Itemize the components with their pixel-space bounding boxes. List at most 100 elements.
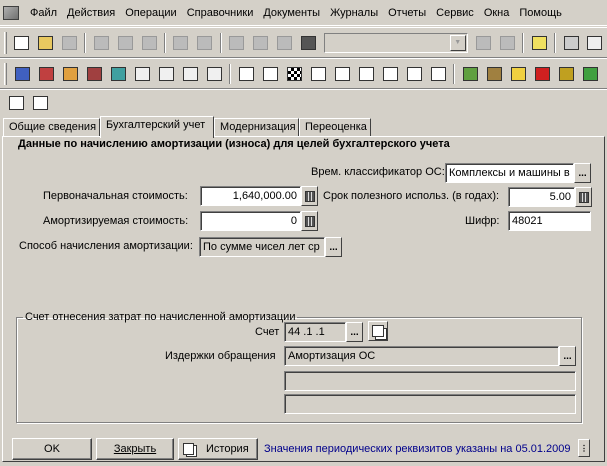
stop-icon[interactable] bbox=[532, 64, 552, 84]
initial-cost-calculator-button[interactable] bbox=[301, 186, 318, 206]
periodic-values-note: Значения периодических реквизитов указан… bbox=[264, 443, 571, 455]
paste-icon[interactable] bbox=[139, 33, 159, 53]
monitor-icon[interactable] bbox=[556, 64, 576, 84]
report-8-icon[interactable] bbox=[428, 64, 448, 84]
depreciable-cost-label: Амортизируемая стоимость: bbox=[43, 215, 189, 227]
toolbar-separator bbox=[229, 63, 231, 84]
help-book-icon[interactable] bbox=[6, 93, 26, 113]
app-system-icon[interactable] bbox=[3, 5, 19, 20]
account-select-button[interactable]: ... bbox=[346, 322, 363, 342]
depreciable-cost-field[interactable]: 0 bbox=[200, 211, 301, 231]
menu-bar: Файл Действия Операции Справочники Докум… bbox=[0, 0, 607, 26]
menu-help[interactable]: Помощь bbox=[514, 7, 567, 19]
delete-document-icon[interactable] bbox=[84, 64, 104, 84]
posting-icon[interactable] bbox=[108, 64, 128, 84]
useful-life-calculator-button[interactable] bbox=[575, 187, 592, 207]
print-preview-icon[interactable] bbox=[195, 33, 215, 53]
report-6-icon[interactable] bbox=[380, 64, 400, 84]
initial-cost-field[interactable]: 1,640,000.00 bbox=[200, 186, 301, 206]
calculator-icon bbox=[578, 191, 589, 203]
tool-1-icon[interactable] bbox=[460, 64, 480, 84]
incoming-order-icon[interactable] bbox=[156, 64, 176, 84]
menu-operations[interactable]: Операции bbox=[120, 7, 181, 19]
method-field[interactable]: По сумме чисел лет ср bbox=[199, 237, 325, 257]
close-button[interactable]: Закрыть bbox=[96, 438, 174, 460]
tab-accounting[interactable]: Бухгалтерский учет bbox=[100, 116, 214, 138]
undo-icon[interactable] bbox=[250, 33, 270, 53]
report-5-icon[interactable] bbox=[356, 64, 376, 84]
menu-actions[interactable]: Действия bbox=[62, 7, 120, 19]
help-toolbar bbox=[0, 89, 607, 115]
find-next-icon[interactable] bbox=[474, 33, 494, 53]
account-field[interactable]: 44 .1 .1 bbox=[284, 322, 346, 342]
ok-button[interactable]: OK bbox=[12, 438, 92, 460]
help-question-icon[interactable] bbox=[529, 33, 549, 53]
find-binoculars-icon[interactable] bbox=[298, 33, 318, 53]
cut-icon[interactable] bbox=[91, 33, 111, 53]
tab-modernization[interactable]: Модернизация bbox=[214, 118, 299, 137]
menu-documents[interactable]: Документы bbox=[258, 7, 325, 19]
classifier-select-button[interactable]: ... bbox=[574, 163, 591, 183]
replace-icon[interactable] bbox=[498, 33, 518, 53]
outgoing-order-icon[interactable] bbox=[180, 64, 200, 84]
classifier-field[interactable]: Комплексы и машины в bbox=[445, 163, 574, 183]
open-folder-icon[interactable] bbox=[36, 33, 56, 53]
costs-field[interactable]: Амортизация ОС bbox=[284, 346, 559, 366]
costs-select-button[interactable]: ... bbox=[559, 346, 576, 366]
copy-icon bbox=[372, 325, 384, 337]
menu-journals[interactable]: Журналы bbox=[325, 7, 383, 19]
redo-icon[interactable] bbox=[274, 33, 294, 53]
1c-icon[interactable] bbox=[508, 64, 528, 84]
menu-windows[interactable]: Окна bbox=[479, 7, 515, 19]
edit-icon[interactable] bbox=[227, 33, 247, 53]
report-3-icon[interactable] bbox=[308, 64, 328, 84]
extra-field-2 bbox=[284, 394, 576, 414]
cipher-label: Шифр: bbox=[465, 215, 500, 227]
tab-general[interactable]: Общие сведения bbox=[3, 118, 100, 137]
date-select-button[interactable]: ⋮ bbox=[578, 439, 590, 457]
tool-2-icon[interactable] bbox=[484, 64, 504, 84]
costs-label: Издержки обращения bbox=[165, 350, 276, 362]
useful-life-field[interactable]: 5.00 bbox=[508, 187, 575, 207]
whats-this-pointer-icon[interactable] bbox=[30, 93, 50, 113]
menu-service[interactable]: Сервис bbox=[431, 7, 479, 19]
section-heading: Данные по начислению амортизации (износа… bbox=[18, 138, 450, 150]
calendar-icon[interactable] bbox=[585, 33, 605, 53]
toolbar-grip[interactable] bbox=[4, 31, 7, 54]
extra-field-1 bbox=[284, 371, 576, 391]
copy-icon[interactable] bbox=[115, 33, 135, 53]
report-1-icon[interactable] bbox=[236, 64, 256, 84]
accounts-icon[interactable] bbox=[60, 64, 80, 84]
print-icon[interactable] bbox=[171, 33, 191, 53]
history-button-label: История bbox=[206, 443, 249, 455]
toolbar-separator bbox=[453, 63, 455, 84]
menu-reports[interactable]: Отчеты bbox=[383, 7, 431, 19]
calculator-icon[interactable] bbox=[561, 33, 581, 53]
menu-references[interactable]: Справочники bbox=[182, 7, 259, 19]
documents-toolbar bbox=[0, 58, 607, 89]
history-button[interactable]: История bbox=[178, 438, 258, 460]
standard-toolbar: ▼ bbox=[0, 27, 607, 58]
depreciable-cost-calculator-button[interactable] bbox=[301, 211, 318, 231]
chess-report-icon[interactable] bbox=[284, 64, 304, 84]
operations-icon[interactable] bbox=[36, 64, 56, 84]
toolbar-grip[interactable] bbox=[4, 62, 7, 85]
search-combo[interactable]: ▼ bbox=[323, 32, 468, 53]
useful-life-label: Срок полезного использ. (в годах): bbox=[323, 190, 500, 202]
cipher-field[interactable]: 48021 bbox=[508, 211, 591, 231]
invoice-icon[interactable] bbox=[204, 64, 224, 84]
method-select-button[interactable]: ... bbox=[325, 237, 342, 257]
toolbar-separator bbox=[163, 32, 166, 53]
journal-icon[interactable] bbox=[12, 64, 32, 84]
save-icon[interactable] bbox=[60, 33, 80, 53]
chevron-down-icon[interactable]: ▼ bbox=[449, 34, 466, 51]
report-7-icon[interactable] bbox=[404, 64, 424, 84]
tab-revaluation[interactable]: Переоценка bbox=[299, 118, 371, 137]
report-4-icon[interactable] bbox=[332, 64, 352, 84]
menu-file[interactable]: Файл bbox=[25, 7, 62, 19]
report-2-icon[interactable] bbox=[260, 64, 280, 84]
account-copy-button[interactable] bbox=[368, 321, 388, 341]
payment-order-icon[interactable] bbox=[132, 64, 152, 84]
exit-icon[interactable] bbox=[580, 64, 600, 84]
new-document-icon[interactable] bbox=[12, 33, 32, 53]
